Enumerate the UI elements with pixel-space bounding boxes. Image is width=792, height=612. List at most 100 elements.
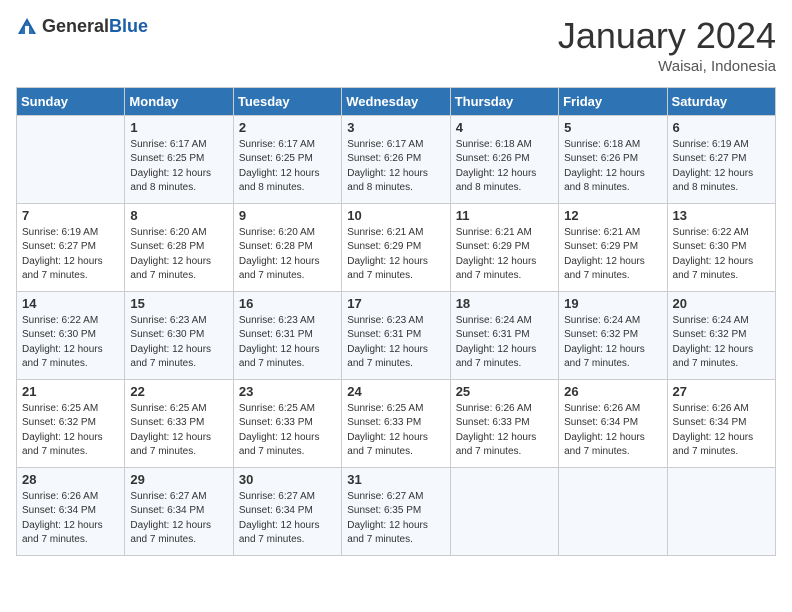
logo-text: GeneralBlue: [42, 17, 148, 37]
day-number: 26: [564, 384, 661, 399]
calendar-cell: 21Sunrise: 6:25 AMSunset: 6:32 PMDayligh…: [17, 379, 125, 467]
day-info: Sunrise: 6:18 AMSunset: 6:26 PMDaylight:…: [564, 138, 661, 196]
day-number: 2: [239, 120, 336, 135]
header-wednesday: Wednesday: [342, 87, 450, 115]
location-title: Waisai, Indonesia: [558, 58, 776, 75]
calendar-cell: 7Sunrise: 6:19 AMSunset: 6:27 PMDaylight…: [17, 203, 125, 291]
calendar-cell: 27 Sunrise: 6:26 AMSunset: 6:34 PMDayligh…: [667, 379, 775, 467]
title-area: January 2024 Waisai, Indonesia: [558, 16, 776, 75]
calendar-cell: 31Sunrise: 6:27 AMSunset: 6:35 PMDayligh…: [342, 467, 450, 555]
header-friday: Friday: [559, 87, 667, 115]
calendar-cell: [17, 115, 125, 203]
calendar-table: SundayMondayTuesdayWednesdayThursdayFrid…: [16, 87, 776, 556]
calendar-cell: 25 Sunrise: 6:26 AMSunset: 6:33 PMDayligh…: [450, 379, 558, 467]
calendar-cell: 24Sunrise: 6:25 AMSunset: 6:33 PMDayligh…: [342, 379, 450, 467]
day-info: Sunrise: 6:26 AMSunset: 6:34 PMDaylight:…: [22, 490, 119, 548]
day-info: Sunrise: 6:17 AMSunset: 6:26 PMDaylight:…: [347, 138, 444, 196]
day-number: 14: [22, 296, 119, 311]
calendar-week-5: 28 Sunrise: 6:26 AMSunset: 6:34 PMDayligh…: [17, 467, 776, 555]
calendar-cell: 17 Sunrise: 6:23 AMSunset: 6:31 PMDayligh…: [342, 291, 450, 379]
day-number: 27: [673, 384, 770, 399]
day-number: 28: [22, 472, 119, 487]
day-info: Sunrise: 6:23 AMSunset: 6:31 PMDaylight:…: [347, 314, 444, 372]
day-number: 24: [347, 384, 444, 399]
day-info: Sunrise: 6:21 AMSunset: 6:29 PMDaylight:…: [456, 226, 553, 284]
calendar-cell: 11 Sunrise: 6:21 AMSunset: 6:29 PMDayligh…: [450, 203, 558, 291]
calendar-cell: [450, 467, 558, 555]
day-info: Sunrise: 6:26 AMSunset: 6:34 PMDaylight:…: [564, 402, 661, 460]
day-number: 12: [564, 208, 661, 223]
calendar-cell: 30 Sunrise: 6:27 AMSunset: 6:34 PMDayligh…: [233, 467, 341, 555]
day-number: 7: [22, 208, 119, 223]
day-info: Sunrise: 6:24 AMSunset: 6:32 PMDaylight:…: [564, 314, 661, 372]
day-info: Sunrise: 6:22 AMSunset: 6:30 PMDaylight:…: [673, 226, 770, 284]
day-number: 29: [130, 472, 227, 487]
day-info: Sunrise: 6:18 AMSunset: 6:26 PMDaylight:…: [456, 138, 553, 196]
day-number: 4: [456, 120, 553, 135]
day-number: 11: [456, 208, 553, 223]
day-info: Sunrise: 6:24 AMSunset: 6:31 PMDaylight:…: [456, 314, 553, 372]
calendar-cell: 14 Sunrise: 6:22 AMSunset: 6:30 PMDayligh…: [17, 291, 125, 379]
calendar-cell: 23Sunrise: 6:25 AMSunset: 6:33 PMDayligh…: [233, 379, 341, 467]
calendar-cell: 1 Sunrise: 6:17 AMSunset: 6:25 PMDaylight…: [125, 115, 233, 203]
calendar-cell: 5 Sunrise: 6:18 AMSunset: 6:26 PMDaylight…: [559, 115, 667, 203]
day-number: 1: [130, 120, 227, 135]
day-info: Sunrise: 6:26 AMSunset: 6:34 PMDaylight:…: [673, 402, 770, 460]
calendar-cell: 16 Sunrise: 6:23 AMSunset: 6:31 PMDayligh…: [233, 291, 341, 379]
day-number: 20: [673, 296, 770, 311]
day-info: Sunrise: 6:17 AMSunset: 6:25 PMDaylight:…: [239, 138, 336, 196]
calendar-cell: 9Sunrise: 6:20 AMSunset: 6:28 PMDaylight…: [233, 203, 341, 291]
calendar-week-3: 14 Sunrise: 6:22 AMSunset: 6:30 PMDayligh…: [17, 291, 776, 379]
day-number: 16: [239, 296, 336, 311]
day-info: Sunrise: 6:20 AMSunset: 6:28 PMDaylight:…: [239, 226, 336, 284]
day-info: Sunrise: 6:17 AMSunset: 6:25 PMDaylight:…: [130, 138, 227, 196]
day-info: Sunrise: 6:25 AMSunset: 6:32 PMDaylight:…: [22, 402, 119, 460]
calendar-cell: 22Sunrise: 6:25 AMSunset: 6:33 PMDayligh…: [125, 379, 233, 467]
calendar-cell: 26 Sunrise: 6:26 AMSunset: 6:34 PMDayligh…: [559, 379, 667, 467]
logo-icon: [16, 16, 38, 38]
header-tuesday: Tuesday: [233, 87, 341, 115]
day-number: 22: [130, 384, 227, 399]
day-info: Sunrise: 6:20 AMSunset: 6:28 PMDaylight:…: [130, 226, 227, 284]
day-number: 15: [130, 296, 227, 311]
header-sunday: Sunday: [17, 87, 125, 115]
day-info: Sunrise: 6:21 AMSunset: 6:29 PMDaylight:…: [347, 226, 444, 284]
calendar-cell: 15 Sunrise: 6:23 AMSunset: 6:30 PMDayligh…: [125, 291, 233, 379]
header-thursday: Thursday: [450, 87, 558, 115]
calendar-header-row: SundayMondayTuesdayWednesdayThursdayFrid…: [17, 87, 776, 115]
day-info: Sunrise: 6:24 AMSunset: 6:32 PMDaylight:…: [673, 314, 770, 372]
header: GeneralBlue January 2024 Waisai, Indones…: [16, 16, 776, 75]
calendar-cell: 29 Sunrise: 6:27 AMSunset: 6:34 PMDayligh…: [125, 467, 233, 555]
calendar-cell: 13Sunrise: 6:22 AMSunset: 6:30 PMDayligh…: [667, 203, 775, 291]
day-info: Sunrise: 6:19 AMSunset: 6:27 PMDaylight:…: [673, 138, 770, 196]
header-monday: Monday: [125, 87, 233, 115]
calendar-cell: 3 Sunrise: 6:17 AMSunset: 6:26 PMDaylight…: [342, 115, 450, 203]
day-info: Sunrise: 6:27 AMSunset: 6:34 PMDaylight:…: [130, 490, 227, 548]
day-info: Sunrise: 6:23 AMSunset: 6:30 PMDaylight:…: [130, 314, 227, 372]
calendar-cell: [667, 467, 775, 555]
calendar-cell: [559, 467, 667, 555]
calendar-cell: 8Sunrise: 6:20 AMSunset: 6:28 PMDaylight…: [125, 203, 233, 291]
calendar-cell: 10 Sunrise: 6:21 AMSunset: 6:29 PMDayligh…: [342, 203, 450, 291]
day-info: Sunrise: 6:25 AMSunset: 6:33 PMDaylight:…: [239, 402, 336, 460]
logo-general: General: [42, 16, 109, 36]
day-info: Sunrise: 6:26 AMSunset: 6:33 PMDaylight:…: [456, 402, 553, 460]
day-info: Sunrise: 6:27 AMSunset: 6:35 PMDaylight:…: [347, 490, 444, 548]
day-info: Sunrise: 6:23 AMSunset: 6:31 PMDaylight:…: [239, 314, 336, 372]
day-number: 17: [347, 296, 444, 311]
calendar-week-2: 7Sunrise: 6:19 AMSunset: 6:27 PMDaylight…: [17, 203, 776, 291]
logo: GeneralBlue: [16, 16, 148, 38]
month-title: January 2024: [558, 16, 776, 56]
day-number: 10: [347, 208, 444, 223]
day-number: 25: [456, 384, 553, 399]
day-number: 6: [673, 120, 770, 135]
calendar-cell: 4 Sunrise: 6:18 AMSunset: 6:26 PMDaylight…: [450, 115, 558, 203]
day-number: 5: [564, 120, 661, 135]
calendar-cell: 19Sunrise: 6:24 AMSunset: 6:32 PMDayligh…: [559, 291, 667, 379]
day-number: 3: [347, 120, 444, 135]
day-info: Sunrise: 6:27 AMSunset: 6:34 PMDaylight:…: [239, 490, 336, 548]
day-info: Sunrise: 6:22 AMSunset: 6:30 PMDaylight:…: [22, 314, 119, 372]
header-saturday: Saturday: [667, 87, 775, 115]
day-number: 30: [239, 472, 336, 487]
logo-blue: Blue: [109, 16, 148, 36]
